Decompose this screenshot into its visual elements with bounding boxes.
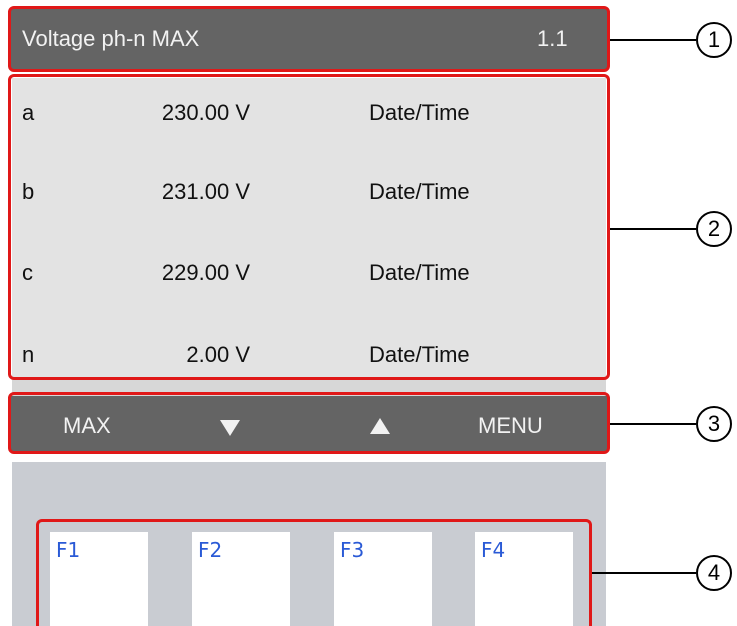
callout-badge-2: 2 <box>696 211 732 247</box>
callout-leader-2 <box>610 228 696 230</box>
callout-leader-4 <box>592 572 696 574</box>
callout-leader-1 <box>610 39 696 41</box>
readings-frame <box>8 74 610 380</box>
function-keys-frame <box>36 519 592 626</box>
callout-leader-3 <box>610 423 696 425</box>
callout-badge-4: 4 <box>696 555 732 591</box>
softkey-bar-frame <box>8 392 610 454</box>
callout-badge-1: 1 <box>696 22 732 58</box>
callout-badge-3: 3 <box>696 406 732 442</box>
title-bar-frame <box>8 6 610 72</box>
